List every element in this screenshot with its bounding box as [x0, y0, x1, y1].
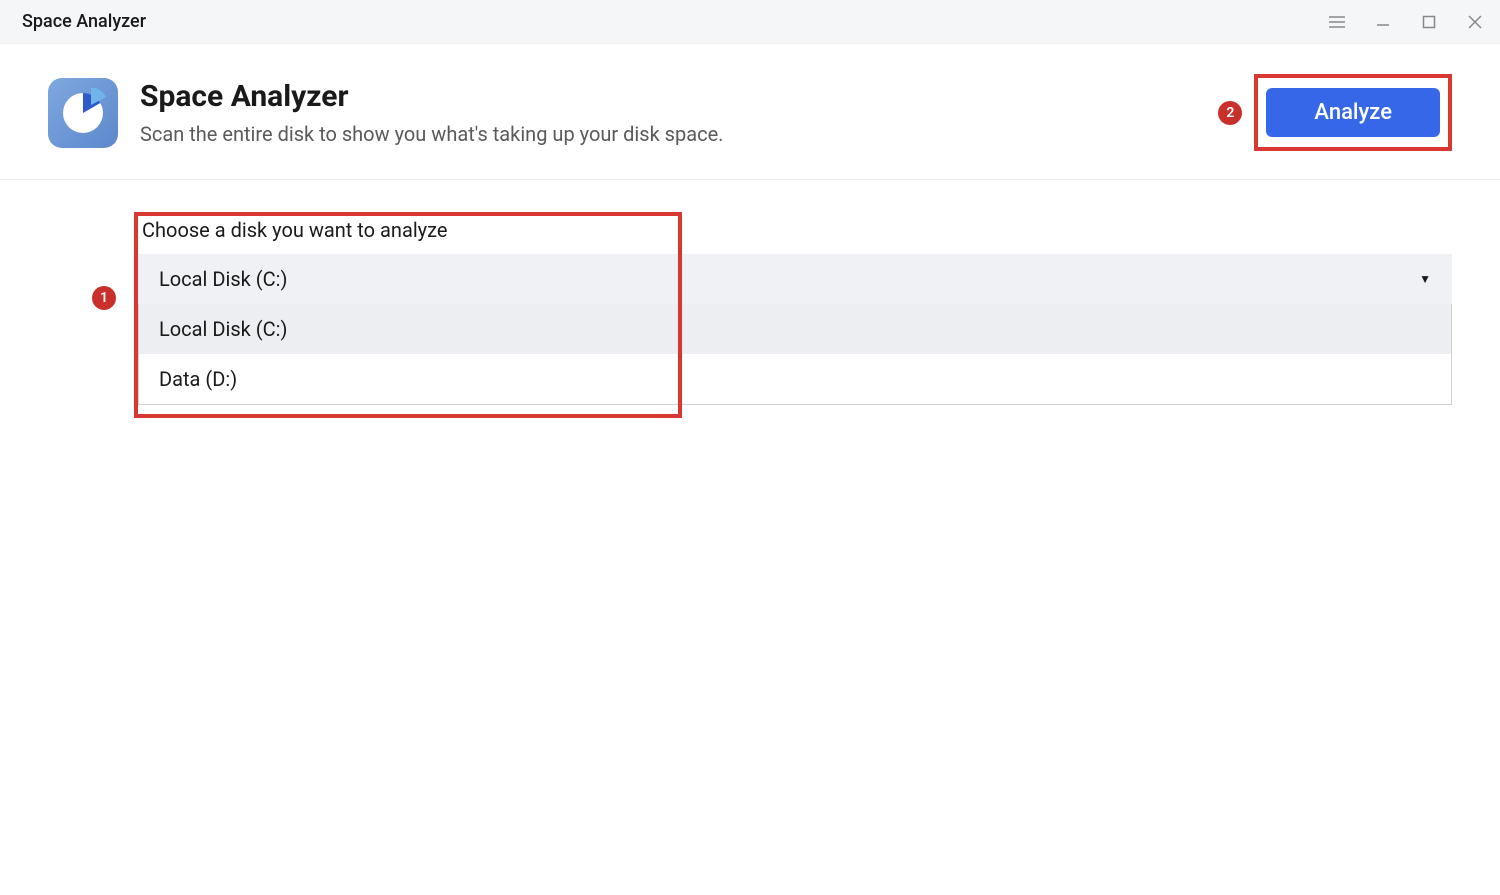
page-subtitle: Scan the entire disk to show you what's …: [140, 122, 723, 146]
header-left: Space Analyzer Scan the entire disk to s…: [48, 78, 723, 148]
content-section: 1 Choose a disk you want to analyze Loca…: [0, 180, 1500, 405]
disk-dropdown-selected-text: Local Disk (C:): [159, 267, 287, 291]
disk-option[interactable]: Data (D:): [139, 354, 1451, 404]
app-icon: [48, 78, 118, 148]
disk-dropdown-list: Local Disk (C:) Data (D:): [138, 304, 1452, 405]
disk-option[interactable]: Local Disk (C:): [139, 304, 1451, 354]
callout-badge-2: 2: [1218, 101, 1242, 125]
menu-icon[interactable]: [1328, 13, 1346, 31]
window-title: Space Analyzer: [22, 11, 146, 32]
titlebar: Space Analyzer: [0, 0, 1500, 44]
disk-dropdown-selected[interactable]: Local Disk (C:) ▼: [138, 254, 1452, 304]
maximize-icon[interactable]: [1420, 13, 1438, 31]
callout-badge-1: 1: [92, 286, 116, 310]
callout-outline-2: Analyze: [1254, 74, 1452, 151]
window-controls: [1328, 13, 1484, 31]
page-title: Space Analyzer: [140, 79, 723, 114]
analyze-button[interactable]: Analyze: [1266, 88, 1440, 137]
close-icon[interactable]: [1466, 13, 1484, 31]
header-text: Space Analyzer Scan the entire disk to s…: [140, 79, 723, 146]
minimize-icon[interactable]: [1374, 13, 1392, 31]
disk-selector: Choose a disk you want to analyze Local …: [138, 218, 1452, 405]
header-right: 2 Analyze: [1218, 74, 1452, 151]
header-section: Space Analyzer Scan the entire disk to s…: [0, 44, 1500, 180]
disk-selector-label: Choose a disk you want to analyze: [138, 218, 1452, 242]
chevron-down-icon: ▼: [1419, 272, 1431, 286]
